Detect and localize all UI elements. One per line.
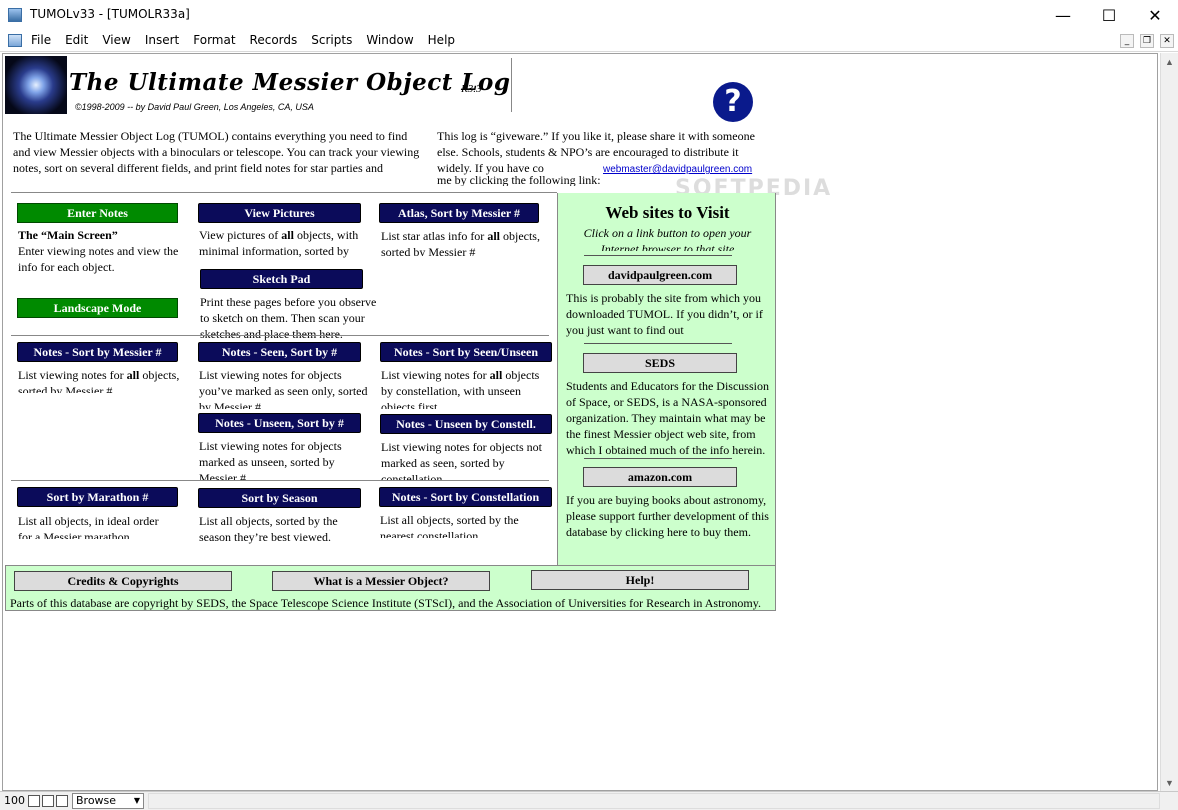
divider-top xyxy=(11,192,557,193)
divider-middle xyxy=(11,335,549,336)
site-amazon-button[interactable]: amazon.com xyxy=(583,467,737,487)
what-is-messier-button[interactable]: What is a Messier Object? xyxy=(272,571,490,591)
websites-divider-2 xyxy=(584,343,732,344)
bottom-panel: Credits & Copyrights What is a Messier O… xyxy=(5,565,776,611)
websites-title: Web sites to Visit xyxy=(605,203,730,222)
close-button[interactable]: ✕ xyxy=(1132,0,1178,30)
notes-messier-desc-b: all xyxy=(126,368,140,382)
mode-select-value: Browse xyxy=(76,794,117,807)
site-davidpaulgreen-button[interactable]: davidpaulgreen.com xyxy=(583,265,737,285)
site-seds-desc: Students and Educators for the Discussio… xyxy=(566,379,769,457)
mdi-close-button[interactable]: ✕ xyxy=(1160,34,1174,48)
landscape-mode-button[interactable]: Landscape Mode xyxy=(17,298,178,318)
webmaster-email-link[interactable]: webmaster@davidpaulgreen.com xyxy=(603,164,752,175)
menu-bar: File Edit View Insert Format Records Scr… xyxy=(0,30,1178,52)
app-logo-title: The Ultimate Messier Object Log xyxy=(69,69,511,96)
window-title: TUMOLv33 - [TUMOLR33a] xyxy=(30,7,190,21)
atlas-desc: List star atlas info for all objects, so… xyxy=(381,228,551,256)
chevron-down-icon: ▼ xyxy=(133,796,140,805)
notes-seen-desc: List viewing notes for objects you’ve ma… xyxy=(199,368,368,409)
app-icon xyxy=(8,8,22,22)
menu-view[interactable]: View xyxy=(102,33,130,47)
notes-messier-desc-a: List viewing notes for xyxy=(18,368,127,382)
site-amazon-desc: If you are buying books about astronomy,… xyxy=(566,493,769,539)
scroll-down-arrow-icon[interactable]: ▼ xyxy=(1165,778,1174,788)
menu-format[interactable]: Format xyxy=(193,33,235,47)
site-seds-button[interactable]: SEDS xyxy=(583,353,737,373)
notes-unseen-sort-button[interactable]: Notes - Unseen, Sort by # xyxy=(198,413,361,433)
notes-sort-messier-button[interactable]: Notes - Sort by Messier # xyxy=(17,342,178,362)
menu-records[interactable]: Records xyxy=(250,33,298,47)
season-desc: List all objects, sorted by the season t… xyxy=(199,514,338,544)
version-label: R3.3 xyxy=(461,83,482,95)
menu-file[interactable]: File xyxy=(31,33,51,47)
menu-edit[interactable]: Edit xyxy=(65,33,88,47)
help-question-icon[interactable]: ? xyxy=(713,82,753,122)
mdi-minimize-button[interactable]: _ xyxy=(1120,34,1134,48)
menu-scripts[interactable]: Scripts xyxy=(311,33,352,47)
view-pictures-desc: View pictures of all objects, with minim… xyxy=(199,227,369,259)
mode-select[interactable]: Browse ▼ xyxy=(72,793,144,809)
notes-seen-unseen-desc-a: List viewing notes for xyxy=(381,368,490,382)
title-bar: TUMOLv33 - [TUMOLR33a] — ☐ ✕ xyxy=(0,0,1178,30)
mdi-restore-button[interactable]: ❐ xyxy=(1140,34,1154,48)
notes-unseen-desc: List viewing notes for objects marked as… xyxy=(199,439,342,480)
atlas-desc-b: all xyxy=(487,229,500,243)
sort-season-button[interactable]: Sort by Season xyxy=(198,488,361,508)
notes-seen-unseen-desc-b: all xyxy=(489,368,503,382)
view-pictures-desc-a: View pictures of xyxy=(199,228,282,242)
atlas-sort-messier-button[interactable]: Atlas, Sort by Messier # xyxy=(379,203,539,223)
copyright-line: ©1998-2009 -- by David Paul Green, Los A… xyxy=(75,102,314,112)
minimize-button[interactable]: — xyxy=(1040,0,1086,30)
main-screen-desc: Enter viewing notes and view the info fo… xyxy=(18,244,179,274)
maximize-button[interactable]: ☐ xyxy=(1086,0,1132,30)
horizontal-scrollbar[interactable] xyxy=(148,793,1160,809)
status-bar: 100 Browse ▼ xyxy=(0,791,1178,810)
galaxy-image xyxy=(5,56,67,114)
view-pictures-desc-b: all xyxy=(281,228,294,242)
enter-notes-button[interactable]: Enter Notes xyxy=(17,203,178,223)
menu-items: File Edit View Insert Format Records Scr… xyxy=(31,33,469,47)
site-davidpaulgreen-desc: This is probably the site from which you… xyxy=(566,291,763,337)
zoom-out-icon[interactable] xyxy=(28,795,40,807)
header-divider xyxy=(511,58,512,112)
copyright-note: Parts of this database are copyright by … xyxy=(10,596,761,610)
websites-panel: Web sites to Visit Click on a link butto… xyxy=(557,193,776,565)
status-area-toggle-icon[interactable] xyxy=(56,795,68,807)
document-icon[interactable] xyxy=(8,34,22,47)
help-button[interactable]: Help! xyxy=(531,570,749,590)
divider-lower xyxy=(11,480,549,481)
menu-insert[interactable]: Insert xyxy=(145,33,179,47)
credits-button[interactable]: Credits & Copyrights xyxy=(14,571,232,591)
sketch-pad-button[interactable]: Sketch Pad xyxy=(200,269,363,289)
view-pictures-button[interactable]: View Pictures xyxy=(198,203,361,223)
scroll-up-arrow-icon[interactable]: ▲ xyxy=(1165,57,1174,67)
notes-seen-sort-button[interactable]: Notes - Seen, Sort by # xyxy=(198,342,361,362)
document-area: The Ultimate Messier Object Log R3.3 ©19… xyxy=(2,53,1158,791)
notes-sort-seen-unseen-button[interactable]: Notes - Sort by Seen/Unseen xyxy=(380,342,552,362)
menu-window[interactable]: Window xyxy=(366,33,413,47)
zoom-in-icon[interactable] xyxy=(42,795,54,807)
notes-sort-constellation-button[interactable]: Notes - Sort by Constellation xyxy=(379,487,552,507)
intro-left-text: The Ultimate Messier Object Log (TUMOL) … xyxy=(13,129,420,175)
vertical-scrollbar[interactable]: ▲ ▼ xyxy=(1160,53,1178,791)
notes-messier-desc: List viewing notes for all objects, sort… xyxy=(18,367,190,393)
constellation-desc: List all objects, sorted by the nearest … xyxy=(380,513,519,538)
atlas-desc-a: List star atlas info for xyxy=(381,229,488,243)
websites-subtitle: Click on a link button to open your Inte… xyxy=(583,226,752,251)
websites-divider-1 xyxy=(584,255,732,256)
sort-marathon-button[interactable]: Sort by Marathon # xyxy=(17,487,178,507)
notes-seen-unseen-desc: List viewing notes for all objects by co… xyxy=(381,367,553,409)
zoom-level[interactable]: 100 xyxy=(4,794,25,807)
websites-divider-3 xyxy=(584,458,732,459)
notes-unseen-constell-desc: List viewing notes for objects not marke… xyxy=(381,440,542,481)
intro-right-tail: me by clicking the following link: xyxy=(437,174,601,186)
notes-unseen-constell-button[interactable]: Notes - Unseen by Constell. xyxy=(380,414,552,434)
menu-help[interactable]: Help xyxy=(428,33,455,47)
marathon-desc: List all objects, in ideal order for a M… xyxy=(18,514,159,539)
